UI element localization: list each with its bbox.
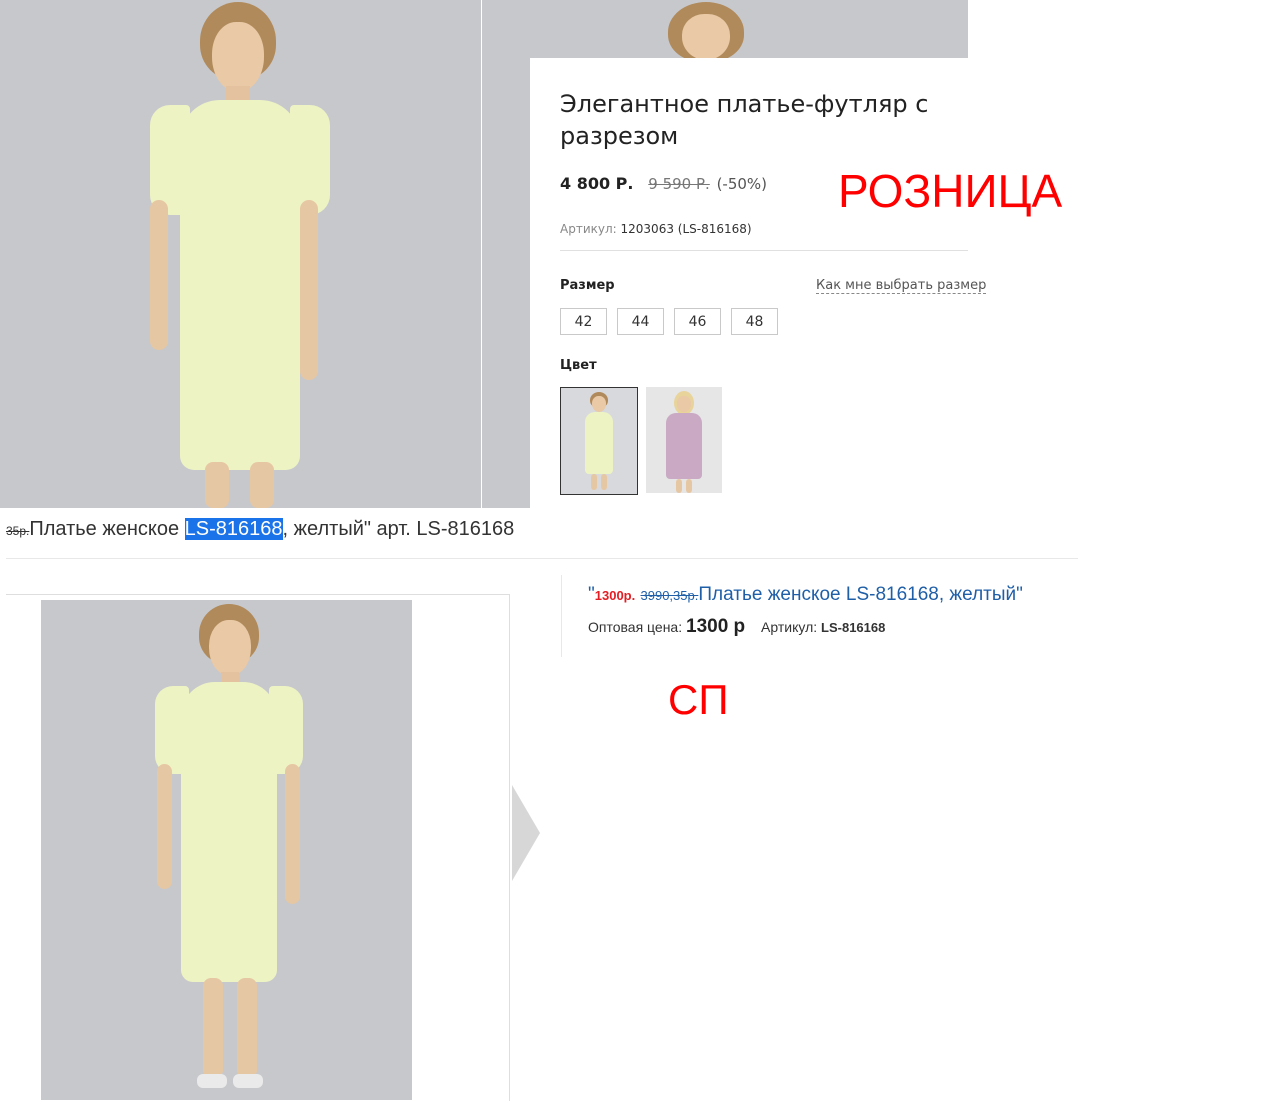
size-option-46[interactable]: 46 <box>674 308 721 335</box>
size-label: Размер <box>560 278 615 293</box>
divider <box>560 250 968 251</box>
section-divider <box>6 558 1078 559</box>
next-arrow-icon[interactable] <box>512 785 540 881</box>
swatch-dress <box>666 413 702 479</box>
highlighted-article: LS-816168 <box>184 518 283 540</box>
retail-product-card: Элегантное платье-футляр с разрезом 4 80… <box>530 58 987 510</box>
model-sleeve-right <box>269 686 303 774</box>
model-face <box>212 22 264 92</box>
swatch-leg <box>686 479 692 493</box>
model-arm-left <box>157 764 172 889</box>
vertical-divider <box>561 575 562 657</box>
model-arm-right <box>300 200 318 380</box>
model-shoe-left <box>197 1074 227 1088</box>
model-face <box>682 14 730 60</box>
wholesale-label: Оптовая цена: <box>588 619 683 635</box>
sp-product-title[interactable]: "1300р. 3990,35р.Платье женское LS-81616… <box>588 584 1023 606</box>
article-row: Артикул: 1203063 (LS-816168) <box>560 222 752 236</box>
color-swatch-yellow[interactable] <box>560 387 638 495</box>
price-current: 4 800 Р. <box>560 174 634 193</box>
retail-label: РОЗНИЦА <box>838 165 1063 217</box>
model-arm-right <box>285 764 300 904</box>
article-value: 1203063 (LS-816168) <box>620 222 752 236</box>
sp-label: СП <box>668 676 729 723</box>
model-sleeve-right <box>290 105 330 215</box>
swatch-face <box>592 396 606 412</box>
color-label: Цвет <box>560 358 597 373</box>
sp-product-photo[interactable] <box>41 600 412 1100</box>
sp-price-old: 3990,35р. <box>640 588 699 603</box>
price-old: 9 590 Р. <box>648 175 710 193</box>
model-arm-left <box>150 200 168 350</box>
size-options: 42 44 46 48 <box>560 308 778 335</box>
line-text-before: Платье женское <box>29 518 185 540</box>
product-photo-main[interactable] <box>0 0 481 508</box>
sp-article-value: LS-816168 <box>821 620 886 635</box>
swatch-face <box>677 396 691 412</box>
article-label: Артикул: <box>560 222 617 236</box>
product-line-text: 35р.Платье женское LS-816168, желтый" ар… <box>6 518 514 541</box>
sp-price-red: 1300р. <box>594 588 636 603</box>
sp-price-row: Оптовая цена: 1300 р Артикул: LS-816168 <box>588 616 885 638</box>
product-title: Элегантное платье-футляр с разрезом <box>560 90 929 150</box>
size-guide-link[interactable]: Как мне выбрать размер <box>816 278 987 294</box>
sp-quote: " <box>588 584 595 605</box>
size-option-42[interactable]: 42 <box>560 308 607 335</box>
swatch-dress <box>585 412 613 474</box>
price-row: 4 800 Р. 9 590 Р. (-50%) <box>560 174 767 193</box>
sp-title-text: Платье женское LS-816168, желтый" <box>698 584 1023 605</box>
size-option-44[interactable]: 44 <box>617 308 664 335</box>
model-dress <box>181 682 277 982</box>
sp-article-label: Артикул: <box>761 619 818 635</box>
swatch-leg <box>591 474 597 490</box>
swatch-leg <box>601 474 607 490</box>
model-leg-right <box>237 978 257 1078</box>
model-sleeve-left <box>155 686 189 774</box>
model-leg-left <box>203 978 223 1078</box>
model-dress <box>180 100 300 470</box>
model-sleeve-left <box>150 105 190 215</box>
color-swatch-lilac[interactable] <box>646 387 722 493</box>
line-text-after: , желтый" арт. LS-816168 <box>282 518 515 540</box>
struck-price: 35р. <box>6 524 30 538</box>
model-face <box>209 620 251 676</box>
model-leg-left <box>205 462 229 508</box>
model-shoe-right <box>233 1074 263 1088</box>
model-leg-right <box>250 462 274 508</box>
swatch-leg <box>676 479 682 493</box>
size-option-48[interactable]: 48 <box>731 308 778 335</box>
wholesale-price: 1300 р <box>686 616 746 637</box>
price-discount: (-50%) <box>716 175 768 193</box>
